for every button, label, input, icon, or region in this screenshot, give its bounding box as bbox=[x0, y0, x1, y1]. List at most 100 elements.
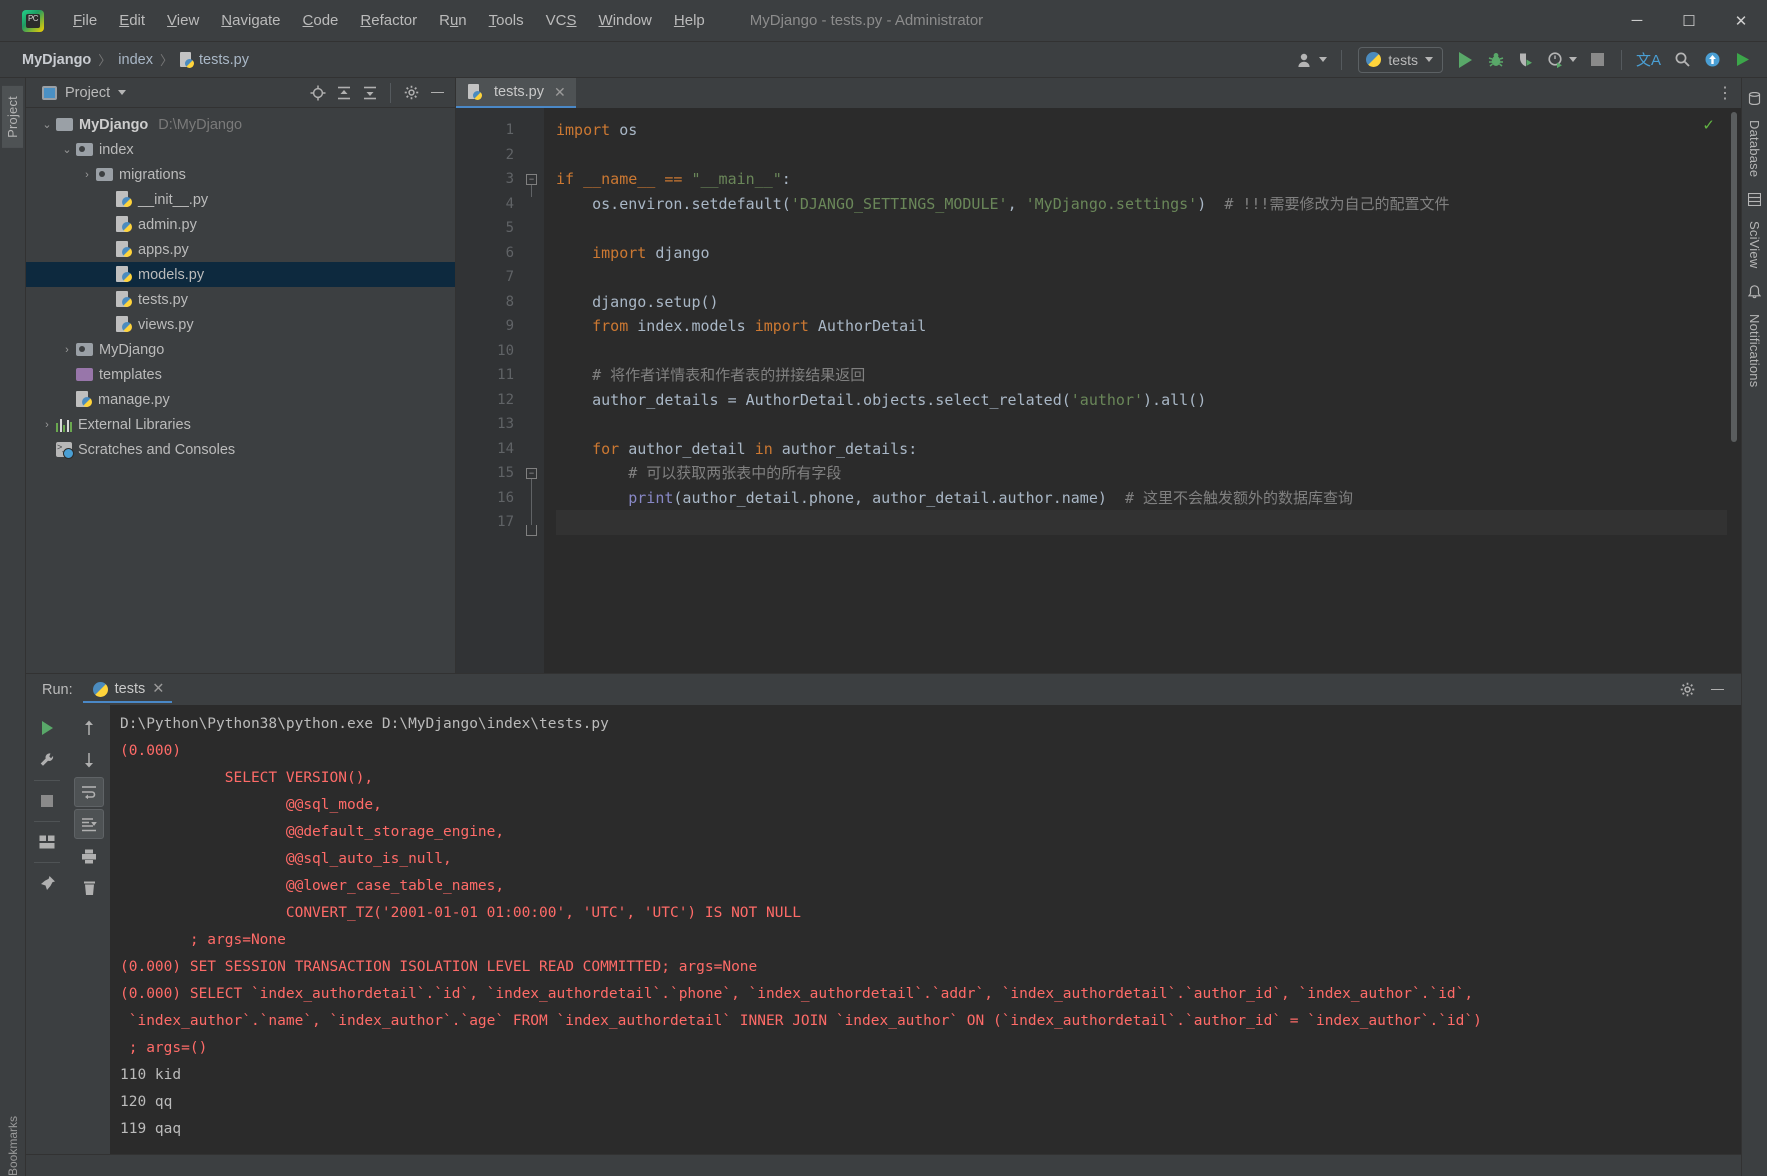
tree-expand-arrow[interactable]: › bbox=[38, 419, 56, 431]
menu-window[interactable]: Window bbox=[588, 8, 663, 33]
updates-button[interactable] bbox=[1699, 47, 1725, 73]
run-configuration-selector[interactable]: tests bbox=[1358, 46, 1443, 73]
user-account-icon[interactable] bbox=[1293, 47, 1331, 73]
code-line[interactable]: from index.models import AuthorDetail bbox=[556, 314, 1727, 339]
clear-all-button[interactable] bbox=[74, 873, 104, 903]
tool-tab-database[interactable]: Database bbox=[1744, 110, 1765, 187]
menu-help[interactable]: Help bbox=[663, 8, 716, 33]
hide-panel-icon[interactable] bbox=[425, 81, 449, 105]
code-line[interactable]: # 将作者详情表和作者表的拼接结果返回 bbox=[556, 363, 1727, 388]
code-line[interactable]: import django bbox=[556, 241, 1727, 266]
hide-panel-icon[interactable] bbox=[1705, 678, 1729, 702]
tree-node-mydjango[interactable]: › MyDjango bbox=[26, 337, 455, 362]
tree-expand-arrow[interactable]: ⌄ bbox=[58, 143, 76, 156]
fold-marker-line3[interactable]: − bbox=[526, 174, 537, 185]
tool-tab-project[interactable]: Project bbox=[2, 86, 23, 148]
code-area[interactable]: import os if __name__ == "__main__": os.… bbox=[544, 108, 1727, 673]
tree-node-scratches-and-consoles[interactable]: >_ Scratches and Consoles bbox=[26, 437, 455, 462]
breadcrumb-file[interactable]: tests.py bbox=[179, 51, 249, 68]
expand-all-icon[interactable] bbox=[332, 81, 356, 105]
tree-node-views-py[interactable]: views.py bbox=[26, 312, 455, 337]
share-button[interactable] bbox=[1729, 47, 1755, 73]
run-tab-tests[interactable]: tests ✕ bbox=[82, 676, 173, 703]
tree-expand-arrow[interactable]: › bbox=[78, 169, 96, 181]
tree-expand-arrow[interactable]: › bbox=[58, 344, 76, 356]
editor-scrollbar[interactable] bbox=[1731, 112, 1737, 442]
tree-node-external-libraries[interactable]: › External Libraries bbox=[26, 412, 455, 437]
up-stack-button[interactable] bbox=[74, 713, 104, 743]
code-line[interactable]: django.setup() bbox=[556, 290, 1727, 315]
gear-icon[interactable] bbox=[1675, 678, 1699, 702]
close-icon[interactable]: ✕ bbox=[152, 681, 164, 697]
debug-button[interactable] bbox=[1483, 47, 1509, 73]
menu-run[interactable]: Run bbox=[428, 8, 478, 33]
menu-file[interactable]: File bbox=[62, 8, 108, 33]
line-number[interactable]: 13 bbox=[456, 412, 522, 437]
tool-tab-notifications[interactable]: Notifications bbox=[1744, 304, 1765, 397]
tool-tab-bookmarks[interactable]: Bookmarks bbox=[6, 1110, 20, 1176]
code-line[interactable]: print(author_detail.phone, author_detail… bbox=[556, 486, 1727, 511]
tree-node-apps-py[interactable]: apps.py bbox=[26, 237, 455, 262]
translate-button[interactable]: 文A bbox=[1632, 47, 1665, 73]
maximize-button[interactable]: ☐ bbox=[1663, 0, 1715, 41]
code-folding-column[interactable]: − − bbox=[522, 108, 544, 673]
layout-button[interactable] bbox=[32, 827, 62, 857]
line-number[interactable]: 11 bbox=[456, 363, 522, 388]
code-line[interactable] bbox=[556, 510, 1727, 535]
menu-navigate[interactable]: Navigate bbox=[210, 8, 291, 33]
code-line[interactable] bbox=[556, 265, 1727, 290]
menu-vcs[interactable]: VCS bbox=[535, 8, 588, 33]
line-number[interactable]: 4 bbox=[456, 192, 522, 217]
tree-node-mydjango[interactable]: ⌄ MyDjango D:\MyDjango bbox=[26, 112, 455, 137]
error-stripe-column[interactable] bbox=[1727, 108, 1741, 673]
tree-node--init-py[interactable]: __init__.py bbox=[26, 187, 455, 212]
scroll-to-end-button[interactable] bbox=[74, 809, 104, 839]
locate-file-icon[interactable] bbox=[306, 81, 330, 105]
soft-wrap-button[interactable] bbox=[74, 777, 104, 807]
code-line[interactable] bbox=[556, 339, 1727, 364]
menu-view[interactable]: View bbox=[156, 8, 210, 33]
chevron-down-icon[interactable] bbox=[118, 90, 127, 95]
code-line[interactable]: os.environ.setdefault('DJANGO_SETTINGS_M… bbox=[556, 192, 1727, 217]
run-console-output[interactable]: D:\Python\Python38\python.exe D:\MyDjang… bbox=[110, 705, 1741, 1154]
line-number[interactable]: 3 bbox=[456, 167, 538, 192]
run-settings-button[interactable] bbox=[32, 745, 62, 775]
line-number[interactable]: 1 bbox=[456, 118, 522, 143]
tree-node-admin-py[interactable]: admin.py bbox=[26, 212, 455, 237]
code-line[interactable]: for author_detail in author_details: bbox=[556, 437, 1727, 462]
code-line[interactable] bbox=[556, 412, 1727, 437]
line-number[interactable]: 10 bbox=[456, 339, 522, 364]
run-button[interactable] bbox=[1453, 47, 1479, 73]
tree-node-models-py[interactable]: models.py bbox=[26, 262, 455, 287]
breadcrumb-folder[interactable]: index bbox=[118, 52, 153, 68]
code-line[interactable]: if __name__ == "__main__": bbox=[556, 167, 1727, 192]
tree-node-manage-py[interactable]: manage.py bbox=[26, 387, 455, 412]
editor-options-button[interactable]: ⋮ bbox=[1717, 78, 1741, 108]
rerun-button[interactable] bbox=[32, 713, 62, 743]
code-line[interactable] bbox=[556, 143, 1727, 168]
line-number[interactable]: 16 bbox=[456, 486, 522, 511]
line-number[interactable]: 2 bbox=[456, 143, 522, 168]
line-number[interactable]: 6 bbox=[456, 241, 522, 266]
tree-node-templates[interactable]: templates bbox=[26, 362, 455, 387]
line-number[interactable]: 5 bbox=[456, 216, 522, 241]
tool-tab-sciview[interactable]: SciView bbox=[1744, 211, 1765, 278]
stop-button[interactable] bbox=[1585, 47, 1611, 73]
line-number-gutter[interactable]: 1 2 3 4 5 6 7 8 9 10 11 12 13 14 15 16 17 bbox=[456, 108, 538, 673]
tree-expand-arrow[interactable]: ⌄ bbox=[38, 118, 56, 131]
profile-button[interactable] bbox=[1543, 47, 1581, 73]
menu-edit[interactable]: Edit bbox=[108, 8, 156, 33]
line-number[interactable]: 15 bbox=[456, 461, 522, 486]
code-line[interactable] bbox=[556, 216, 1727, 241]
menu-tools[interactable]: Tools bbox=[478, 8, 535, 33]
down-stack-button[interactable] bbox=[74, 745, 104, 775]
run-with-coverage-button[interactable] bbox=[1513, 47, 1539, 73]
code-line[interactable]: import os bbox=[556, 118, 1727, 143]
gear-icon[interactable] bbox=[399, 81, 423, 105]
project-tree[interactable]: ⌄ MyDjango D:\MyDjango ⌄ index › migrations __i… bbox=[26, 108, 455, 673]
close-button[interactable]: ✕ bbox=[1715, 0, 1767, 41]
breadcrumb-project[interactable]: MyDjango bbox=[22, 52, 91, 68]
pin-tab-button[interactable] bbox=[32, 868, 62, 898]
line-number[interactable]: 12 bbox=[456, 388, 522, 413]
code-line[interactable]: author_details = AuthorDetail.objects.se… bbox=[556, 388, 1727, 413]
